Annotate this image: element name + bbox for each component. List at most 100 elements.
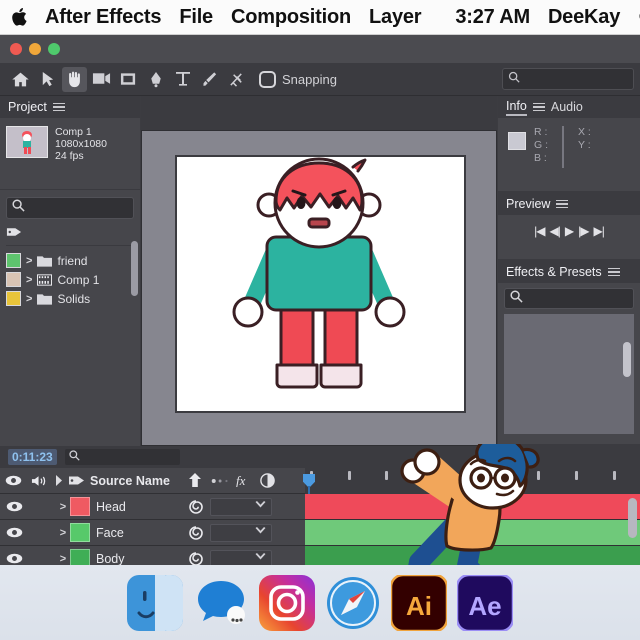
menu-item-after-effects[interactable]: After Effects <box>45 6 162 29</box>
instagram-icon[interactable] <box>259 574 315 631</box>
panel-menu-icon[interactable] <box>52 101 65 114</box>
hand-tool-icon[interactable] <box>62 66 87 92</box>
expand-caret-icon[interactable]: > <box>56 527 70 539</box>
expand-caret-icon[interactable]: > <box>26 255 32 267</box>
apple-logo-icon[interactable] <box>12 7 29 27</box>
close-button[interactable] <box>10 43 22 55</box>
svg-text:Ai: Ai <box>406 591 432 621</box>
tab-info[interactable]: Info <box>506 99 527 116</box>
safari-icon[interactable] <box>325 575 381 631</box>
layer-color-swatch[interactable] <box>70 497 90 516</box>
item-color-swatch[interactable] <box>6 253 21 268</box>
panel-menu-icon[interactable] <box>607 266 620 279</box>
timeline-scrollbar[interactable] <box>628 498 637 538</box>
parent-dropdown[interactable] <box>210 523 272 542</box>
ruler-tick <box>348 471 351 480</box>
text-tool-icon[interactable] <box>170 67 195 92</box>
layer-name[interactable]: Head <box>96 500 182 514</box>
effects-scrollbar[interactable] <box>623 342 631 377</box>
visibility-eye-icon[interactable] <box>0 501 28 512</box>
parent-dropdown[interactable] <box>210 497 272 516</box>
ae-toolbar: Snapping <box>0 63 640 96</box>
layer-name[interactable]: Face <box>96 526 182 540</box>
play-button[interactable]: ▶ <box>565 224 574 238</box>
mask-tool-icon[interactable] <box>116 67 141 92</box>
parent-pickwhip-icon[interactable] <box>182 499 210 515</box>
snapping-checkbox[interactable] <box>259 70 276 88</box>
expand-caret-icon[interactable]: > <box>26 293 32 305</box>
project-item-solids[interactable]: > Solids <box>6 289 140 308</box>
table-row[interactable]: > Face <box>0 520 305 546</box>
camera-tool-icon[interactable] <box>89 67 114 92</box>
effects-search-input[interactable] <box>504 288 634 309</box>
table-row[interactable]: > Head <box>0 494 305 520</box>
ruler-tick <box>499 471 502 480</box>
info-x-label: X : <box>578 126 591 138</box>
preview-transport-controls: |◀ ◀| ▶ |▶ ▶| <box>498 215 640 238</box>
timeline-ruler[interactable] <box>305 468 640 494</box>
menubar-username[interactable]: DeeKay <box>548 6 620 29</box>
info-y-label: Y : <box>578 139 591 151</box>
menu-item-file[interactable]: File <box>179 6 213 29</box>
visibility-eye-icon[interactable] <box>0 475 26 486</box>
project-item-comp1[interactable]: > Comp 1 <box>6 270 140 289</box>
expand-caret-icon[interactable]: > <box>56 501 70 513</box>
pen-tool-icon[interactable] <box>143 67 168 92</box>
tab-preview[interactable]: Preview <box>506 197 550 211</box>
toolbar-search-input[interactable] <box>502 68 634 90</box>
home-tool-icon[interactable] <box>8 67 33 92</box>
next-frame-button[interactable]: |▶ <box>578 224 589 238</box>
label-tag-icon[interactable] <box>6 225 22 244</box>
panel-menu-icon[interactable] <box>556 198 569 211</box>
visibility-eye-icon[interactable] <box>0 527 28 538</box>
screen-root: After Effects File Composition Layer 3:2… <box>0 0 640 640</box>
zoom-button[interactable] <box>48 43 60 55</box>
project-search-input[interactable] <box>6 197 134 219</box>
go-to-end-button[interactable]: ▶| <box>593 224 604 238</box>
layer-color-swatch[interactable] <box>70 523 90 542</box>
layer-track-bar[interactable] <box>305 494 640 520</box>
project-item-friend[interactable]: > friend <box>6 251 140 270</box>
expand-caret-icon[interactable] <box>52 475 66 486</box>
composition-viewer[interactable] <box>141 130 497 446</box>
selection-tool-icon[interactable] <box>35 67 60 92</box>
comp-metadata: Comp 1 1080x1080 24 fps <box>55 126 107 181</box>
column-header-source-name[interactable]: Source Name <box>90 474 182 488</box>
previous-frame-button[interactable]: ◀| <box>550 224 561 238</box>
illustrator-icon[interactable]: Ai <box>389 573 449 632</box>
after-effects-icon[interactable]: Ae <box>455 573 515 632</box>
go-to-start-button[interactable]: |◀ <box>534 224 545 238</box>
visibility-eye-icon[interactable] <box>0 553 28 564</box>
composition-canvas[interactable] <box>175 155 466 413</box>
puppet-tool-icon[interactable] <box>224 67 249 92</box>
item-color-swatch[interactable] <box>6 291 21 306</box>
brush-tool-icon[interactable] <box>197 67 222 92</box>
menu-item-composition[interactable]: Composition <box>231 6 351 29</box>
expand-caret-icon[interactable]: > <box>56 553 70 565</box>
layer-track-bar[interactable] <box>305 520 640 546</box>
panel-menu-icon[interactable] <box>532 101 545 114</box>
label-tag-icon[interactable] <box>66 474 86 487</box>
window-titlebar <box>0 35 640 63</box>
fx-icon: fx <box>234 474 256 487</box>
composition-icon <box>37 273 53 286</box>
snapping-label: Snapping <box>282 71 337 87</box>
expand-caret-icon[interactable]: > <box>26 274 32 286</box>
tab-project[interactable]: Project <box>8 100 47 114</box>
tab-effects-presets[interactable]: Effects & Presets <box>506 265 602 279</box>
timecode-display[interactable]: 0:11:23 <box>8 449 57 465</box>
svg-text:Ae: Ae <box>468 591 501 621</box>
effects-list-area[interactable] <box>504 314 634 434</box>
parent-pickwhip-icon[interactable] <box>182 525 210 541</box>
finder-icon[interactable] <box>127 574 183 631</box>
timeline-search-input[interactable] <box>64 449 180 465</box>
menu-item-layer[interactable]: Layer <box>369 6 422 29</box>
layer-name[interactable]: Body <box>96 552 182 566</box>
audio-speaker-icon[interactable] <box>26 475 52 487</box>
messages-icon[interactable] <box>193 575 249 631</box>
minimize-button[interactable] <box>29 43 41 55</box>
item-color-swatch[interactable] <box>6 272 21 287</box>
tab-audio[interactable]: Audio <box>551 100 583 114</box>
chevron-down-icon <box>255 553 266 564</box>
project-scrollbar[interactable] <box>131 241 138 296</box>
